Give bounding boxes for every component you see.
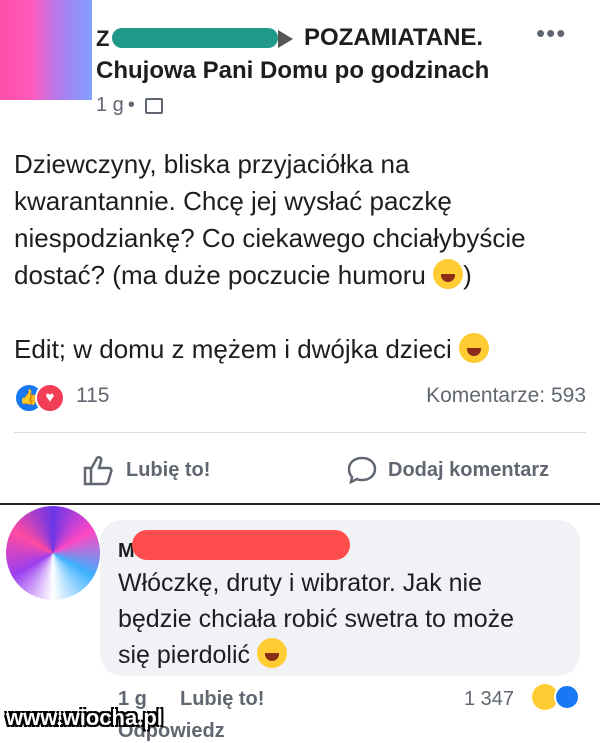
post-edit-line: Edit; w domu z mężem i dwójka dzieci	[14, 331, 586, 368]
comments-count[interactable]: Komentarze: 593	[426, 384, 586, 408]
more-options-icon[interactable]: •••	[536, 18, 566, 49]
meta-dot: •	[127, 94, 135, 116]
comment-bubble-icon	[347, 456, 377, 485]
comment-line-text: się pierdolić	[118, 641, 251, 669]
reaction-count[interactable]: 115	[76, 384, 109, 408]
comment-line: Włóczkę, druty i wibrator. Jak nie	[118, 569, 483, 597]
watermark: www.wiocha.pl	[6, 705, 163, 730]
commenter-name-redaction	[132, 530, 350, 560]
comment-line: będzie chciała robić swetra to może	[118, 605, 515, 633]
section-divider	[0, 503, 600, 505]
like-button-label: Lubię to!	[126, 458, 211, 481]
post-line: kwarantannie. Chcę jej wysłać paczkę	[14, 186, 452, 216]
comment-reaction-count[interactable]: 1 347	[464, 688, 514, 711]
arrow-right-icon	[278, 30, 293, 48]
post-line: niespodziankę? Co ciekawego chciałybyści…	[14, 223, 526, 253]
commenter-avatar[interactable]	[6, 506, 100, 600]
author-name-redaction	[112, 28, 278, 48]
group-privacy-icon	[144, 97, 163, 114]
thumbs-up-outline-icon	[83, 455, 113, 486]
like-button[interactable]: Lubię to!	[82, 450, 210, 490]
like-icon	[554, 684, 580, 710]
laughing-emoji-icon	[433, 259, 464, 289]
group-subtitle[interactable]: Chujowa Pani Domu po godzinach	[96, 57, 489, 85]
post-text: Dziewczyny, bliska przyjaciółka na kwara…	[14, 146, 586, 368]
group-avatar[interactable]	[0, 0, 92, 100]
comment-text: Włóczkę, druty i wibrator. Jak nie będzi…	[118, 565, 558, 673]
post-time[interactable]: 1 g	[96, 94, 124, 117]
comment-button[interactable]: Dodaj komentarz	[346, 450, 549, 490]
grinning-emoji-icon	[459, 333, 490, 363]
post-line-text: dostać? (ma duże poczucie humoru	[14, 260, 426, 290]
divider	[14, 432, 586, 433]
grinning-emoji-icon	[256, 638, 287, 668]
post-meta: 1 g •	[96, 94, 163, 117]
comment-line: się pierdolić	[118, 637, 558, 673]
post-edit-text: Edit; w domu z mężem i dwójka dzieci	[14, 334, 452, 364]
post-line: dostać? (ma duże poczucie humoru )	[14, 257, 586, 294]
comment-reactions[interactable]	[532, 684, 582, 712]
author-initial: Z	[96, 26, 110, 51]
comment-button-label: Dodaj komentarz	[388, 458, 550, 481]
group-name[interactable]: POZAMIATANE.	[304, 24, 483, 52]
post-line-text: )	[463, 260, 472, 290]
comment-like-button[interactable]: Lubię to!	[180, 688, 264, 711]
love-icon[interactable]: ♥	[35, 383, 65, 413]
post-line: Dziewczyny, bliska przyjaciółka na	[14, 149, 410, 179]
